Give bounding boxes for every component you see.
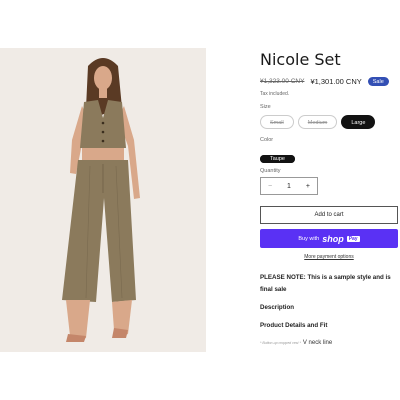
buy-with-label: Buy with — [298, 235, 320, 242]
quantity-stepper: − 1 + — [260, 177, 318, 195]
shop-pay-button[interactable]: Buy with shop Pay — [260, 229, 398, 248]
size-option-small[interactable]: Small — [260, 115, 294, 129]
add-to-cart-button[interactable]: Add to cart — [260, 206, 398, 224]
footnote-small-text: * Button-up cropped vest * — [260, 341, 301, 345]
quantity-decrease-button[interactable]: − — [268, 183, 272, 190]
size-option-medium[interactable]: Medium — [297, 115, 338, 129]
more-payment-options-link[interactable]: More payment options — [260, 254, 398, 260]
quantity-input[interactable]: 1 — [287, 183, 291, 190]
model-illustration — [0, 48, 206, 352]
quantity-label: Quantity — [260, 168, 281, 174]
description-heading[interactable]: Description — [260, 304, 294, 311]
size-option-large[interactable]: Large — [341, 115, 376, 129]
color-option-taupe[interactable]: Taupe — [260, 155, 295, 163]
footnote-text: V neck line — [302, 340, 333, 346]
size-label: Size — [260, 104, 271, 110]
sale-badge: Sale — [367, 77, 389, 86]
sale-price: ¥1,301.00 CNY — [310, 77, 362, 86]
color-options: Taupe — [260, 147, 295, 166]
detail-footnote: * Button-up cropped vest * V neck line — [260, 340, 332, 346]
price-row: ¥1,323.00 CNY ¥1,301.00 CNY Sale — [260, 77, 389, 86]
tax-note: Tax included. — [260, 91, 290, 97]
size-options: Small Medium Large — [260, 115, 376, 129]
pay-logo: Pay — [346, 235, 360, 242]
product-image[interactable] — [0, 48, 206, 352]
shop-logo: shop — [322, 233, 344, 244]
final-sale-note: PLEASE NOTE: This is a sample style and … — [260, 274, 391, 293]
quantity-increase-button[interactable]: + — [306, 183, 310, 190]
product-details-heading[interactable]: Product Details and Fit — [260, 322, 327, 329]
regular-price: ¥1,323.00 CNY — [260, 78, 305, 85]
color-label: Color — [260, 137, 274, 143]
product-title: Nicole Set — [260, 50, 341, 69]
